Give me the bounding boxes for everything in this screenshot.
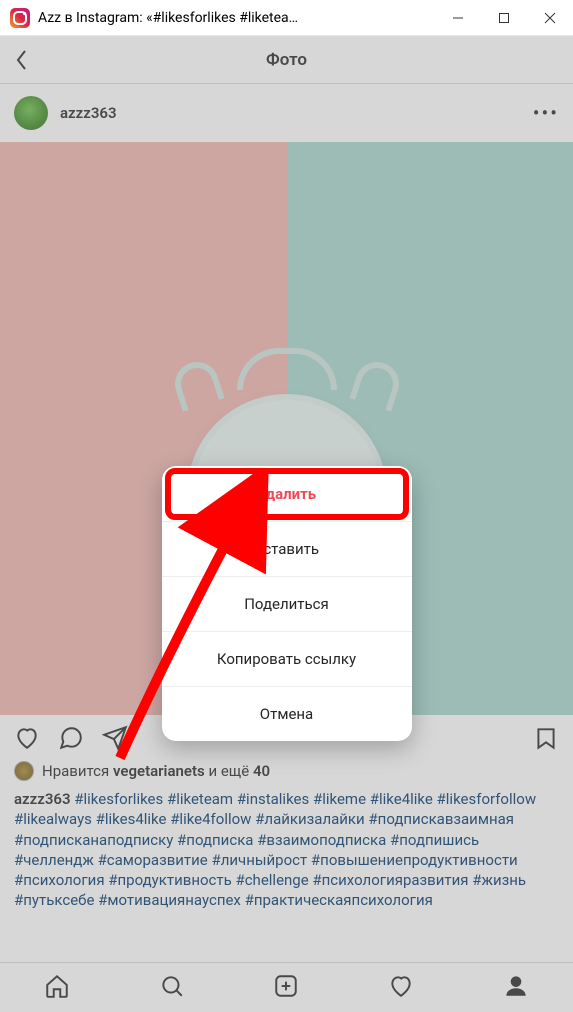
hashtag[interactable]: #like4like [366, 790, 433, 808]
send-icon [102, 725, 128, 751]
likes-prefix: Нравится [42, 762, 109, 780]
hashtag[interactable]: #личныйрост [208, 851, 307, 869]
hashtag[interactable]: #лайкизалайки [251, 810, 364, 828]
sheet-delete[interactable]: Удалить [162, 466, 412, 521]
hashtag[interactable]: #likeme [309, 790, 366, 808]
nav-home[interactable] [44, 973, 70, 1003]
comment-button[interactable] [58, 725, 84, 755]
hashtag[interactable]: #chellenge [232, 871, 309, 889]
heart-icon [14, 725, 40, 751]
hashtag[interactable]: #жизнь [469, 871, 527, 889]
post-caption: azzz363 #likesforlikes #liketeam #instal… [0, 787, 573, 921]
author-username[interactable]: azzz363 [60, 104, 117, 122]
hashtag[interactable]: #подписканаподписку [14, 831, 173, 849]
hashtag[interactable]: #instalikes [233, 790, 309, 808]
sheet-cancel[interactable]: Отмена [162, 686, 412, 741]
nav-add-post[interactable] [273, 973, 299, 1003]
search-icon [159, 973, 185, 999]
hashtag[interactable]: #liketeam [163, 790, 233, 808]
hashtag[interactable]: #мотивациянауспех [94, 891, 240, 909]
like-button[interactable] [14, 725, 40, 755]
sheet-copy-link[interactable]: Копировать ссылку [162, 631, 412, 686]
sheet-insert[interactable]: Вставить [162, 521, 412, 576]
nav-search[interactable] [159, 973, 185, 1003]
hashtag[interactable]: #психологияразвития [309, 871, 469, 889]
plus-square-icon [273, 973, 299, 999]
liker-avatar [14, 761, 34, 781]
window-titlebar: Azz в Instagram: «#likesforlikes #likete… [0, 0, 573, 36]
hashtag[interactable]: #челлендж [14, 851, 94, 869]
hashtag[interactable]: #психология [14, 871, 105, 889]
window-minimize-button[interactable] [435, 0, 481, 35]
hashtag[interactable]: #саморазвитие [94, 851, 208, 869]
share-button[interactable] [102, 725, 128, 755]
hashtag[interactable]: #подпискавзаимная [365, 810, 514, 828]
likes-and: и ещё [208, 762, 249, 780]
heart-icon [388, 973, 414, 999]
post-more-button[interactable]: ••• [533, 101, 559, 125]
window-maximize-button[interactable] [481, 0, 527, 35]
window-controls [435, 0, 573, 35]
bottom-nav [0, 962, 573, 1012]
back-button[interactable] [14, 36, 28, 83]
chevron-left-icon [14, 48, 28, 72]
hashtag[interactable]: #likesforfollow [433, 790, 536, 808]
hashtag[interactable]: #подпишись [386, 831, 479, 849]
caption-username[interactable]: azzz363 [14, 790, 71, 808]
hashtag[interactable]: #likealways [14, 810, 92, 828]
comment-icon [58, 725, 84, 751]
app-header: Фото [0, 36, 573, 84]
profile-icon [503, 973, 529, 999]
window-title: Azz в Instagram: «#likesforlikes #likete… [38, 10, 435, 26]
likes-summary[interactable]: Нравится vegetarianets и ещё 40 [0, 759, 573, 787]
bookmark-button[interactable] [533, 725, 559, 755]
hashtag[interactable]: #практическаяпсихология [241, 891, 433, 909]
hashtag[interactable]: #like4follow [166, 810, 251, 828]
hashtag[interactable]: #подписка [173, 831, 253, 849]
page-title: Фото [266, 50, 307, 70]
author-avatar[interactable] [14, 96, 48, 130]
sheet-share[interactable]: Поделиться [162, 576, 412, 631]
post-header: azzz363 ••• [0, 84, 573, 142]
hashtag[interactable]: #продуктивность [105, 871, 232, 889]
hashtag[interactable]: #likes4like [92, 810, 167, 828]
bookmark-icon [533, 725, 559, 751]
app-content: Фото azzz363 ••• [0, 36, 573, 1012]
window-close-button[interactable] [527, 0, 573, 35]
hashtag[interactable]: #likesforlikes [74, 790, 163, 808]
likes-count: 40 [253, 762, 270, 780]
hashtag[interactable]: #взаимоподписка [253, 831, 386, 849]
home-icon [44, 973, 70, 999]
hashtag[interactable]: #путьксебе [14, 891, 94, 909]
instagram-app-icon [10, 8, 30, 28]
hashtag[interactable]: #повышениепродуктивности [307, 851, 517, 869]
action-sheet: Удалить Вставить Поделиться Копировать с… [162, 466, 412, 741]
nav-profile[interactable] [503, 973, 529, 1003]
nav-activity[interactable] [388, 973, 414, 1003]
likes-user: vegetarianets [113, 762, 205, 780]
